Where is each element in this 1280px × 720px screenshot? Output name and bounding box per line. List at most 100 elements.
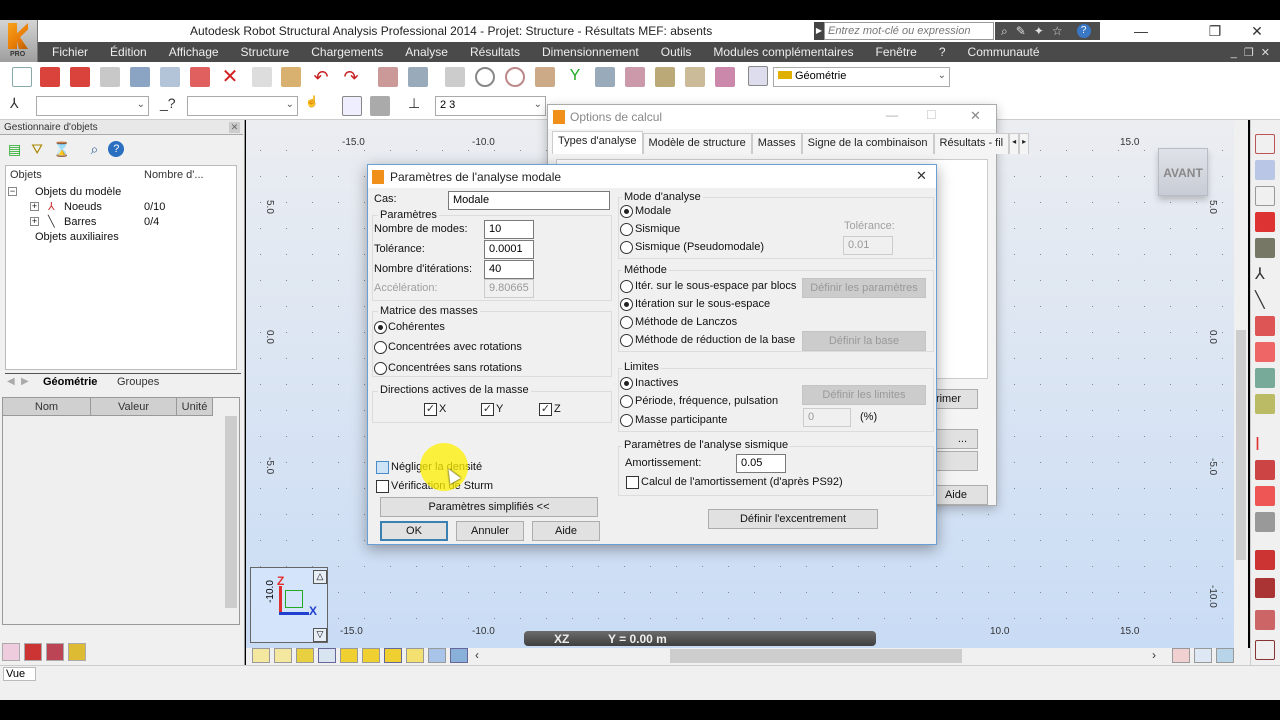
undo-icon[interactable]: ↶ [311,67,331,87]
supports-icon[interactable] [1255,486,1275,506]
redo-icon[interactable]: ↷ [341,67,361,87]
load-cases-icon[interactable] [1255,550,1275,570]
define-params-button[interactable]: Définir les paramètres [802,278,926,298]
save-icon[interactable] [70,67,90,87]
menu-structure[interactable]: Structure [230,45,301,59]
minimize-button[interactable]: — [1118,20,1164,42]
bar-sections-icon[interactable] [1255,238,1275,258]
limits-period-radio[interactable] [620,395,633,408]
link-icon[interactable] [1194,648,1212,663]
bar-selection-combo[interactable]: ⌄ [187,96,298,116]
properties-scrollbar[interactable] [225,416,237,608]
load-values-icon[interactable] [428,648,446,663]
tab-scroll-left[interactable]: ◂ [1009,133,1020,154]
print-icon[interactable] [100,67,120,87]
axes-icon[interactable] [1255,134,1275,154]
calculator-icon[interactable] [378,67,398,87]
offsets-icon[interactable] [1255,512,1275,532]
views-icon[interactable] [535,67,555,87]
tree-item-bars[interactable]: Barres [64,216,96,228]
tab-resultats[interactable]: Résultats - fil [933,133,1010,154]
new-file-icon[interactable] [12,67,32,87]
method-subspace-radio[interactable] [620,298,633,311]
collapse-icon[interactable]: − [8,187,17,196]
simplified-params-button[interactable]: Paramètres simplifiés << [380,497,598,517]
panels-icon[interactable] [1255,316,1275,336]
method-base-reduction-radio[interactable] [620,334,633,347]
menu-analyse[interactable]: Analyse [394,45,459,59]
copy-icon[interactable] [252,67,272,87]
menu-fichier[interactable]: Fichier [38,45,99,59]
help-button[interactable]: Aide [532,521,600,541]
help-icon[interactable]: ? [108,141,125,157]
zoom-window-icon[interactable] [475,67,495,87]
load-display-icon[interactable] [406,648,424,663]
bars-icon[interactable]: ╲ [1255,290,1275,310]
horizontal-scroll-thumb[interactable] [670,649,962,663]
structure-type-icon[interactable] [1255,160,1275,180]
tree-item-nodes[interactable]: Noeuds [64,201,102,213]
paste-icon[interactable] [281,67,301,87]
star-icon[interactable]: ☆ [1052,24,1063,38]
menu-edition[interactable]: Édition [99,45,158,59]
load-case-combo[interactable]: 2 3 ⌄ [435,96,546,116]
menu-help[interactable]: ? [928,45,957,59]
materials-icon[interactable] [685,67,705,87]
tab-signe-combinaison[interactable]: Signe de la combinaison [801,133,934,154]
direction-x-checkbox[interactable]: ✓ [424,403,437,416]
load-definition-icon[interactable] [1255,578,1275,598]
menu-fenetre[interactable]: Fenêtre [864,45,927,59]
method-lanczos-radio[interactable] [620,316,633,329]
edit-icon[interactable] [625,67,645,87]
tab-geometrie[interactable]: Géométrie [43,376,97,388]
tab-groupes[interactable]: Groupes [117,376,159,388]
delete-icon[interactable]: ✕ [220,67,240,87]
measure-icon[interactable] [595,67,615,87]
define-eccentricity-button[interactable]: Définir l'excentrement [708,509,878,529]
mass-coherent-radio[interactable] [374,321,387,334]
case-select-icon[interactable]: ⊥ [408,95,428,115]
help-icon[interactable]: ? [1076,24,1091,38]
calc-options-icon[interactable] [408,67,428,87]
menu-dimensionnement[interactable]: Dimensionnement [531,45,650,59]
direction-y-checkbox[interactable]: ✓ [481,403,494,416]
zoom-all-icon[interactable] [505,67,525,87]
menu-affichage[interactable]: Affichage [158,45,230,59]
tab-modele-structure[interactable]: Modèle de structure [642,133,752,154]
plane-label[interactable]: XZ [554,632,569,646]
tab-types-analyse[interactable]: Types d'analyse [552,131,643,154]
tab-scroll-left[interactable]: ◀ [7,376,15,387]
view-cube[interactable]: AVANT [1158,148,1208,196]
camera-icon[interactable] [190,67,210,87]
expand-icon[interactable]: + [30,217,39,226]
release-display-icon[interactable] [340,648,358,663]
loads-icon[interactable] [1255,394,1275,414]
direction-z-checkbox[interactable]: ✓ [539,403,552,416]
damping-field[interactable]: 0.05 [736,454,786,473]
ok-button[interactable]: OK [380,521,448,541]
lock-icon[interactable] [445,67,465,87]
options-minimize-button[interactable]: — [886,108,898,122]
tab-scroll-right[interactable]: ▸ [1019,133,1030,154]
damping-calc-checkbox[interactable] [626,476,639,489]
profile-icon[interactable] [46,643,64,661]
tree-item-auxiliary[interactable]: Objets auxiliaires [35,231,119,243]
layout-selector-icon[interactable] [748,66,768,86]
mass-concentrated-norot-radio[interactable] [374,362,387,375]
material-icon[interactable] [1255,212,1275,232]
nb-modes-field[interactable]: 10 [484,220,534,239]
search-expand-icon[interactable]: ▶ [814,22,824,40]
key-icon[interactable]: ✎ [1016,24,1026,38]
nb-iterations-field[interactable]: 40 [484,260,534,279]
document-window-controls[interactable]: _ ❐ ✕ [1231,46,1280,59]
binoculars-icon[interactable]: ⌕ [1001,24,1008,39]
cut-view-icon[interactable] [1172,648,1190,663]
tab-masses[interactable]: Masses [751,133,802,154]
tree-item-model[interactable]: Objets du modèle [35,186,121,198]
view-up-button[interactable]: △ [313,570,327,584]
scroll-thumb[interactable] [1236,330,1246,560]
mass-concentrated-rot-radio[interactable] [374,341,387,354]
panel-close-button[interactable]: ✕ [229,122,240,133]
thickness-icon[interactable] [1255,460,1275,480]
filter-icon[interactable] [370,96,390,116]
